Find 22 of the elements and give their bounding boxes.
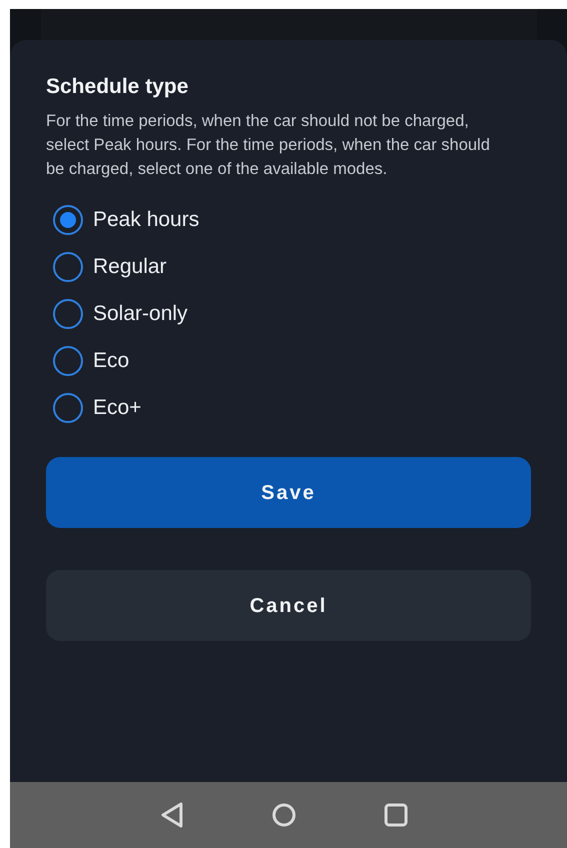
option-label: Eco+ <box>93 395 142 421</box>
radio-option[interactable]: Peak hours <box>53 205 531 235</box>
radio-option[interactable]: Eco <box>53 346 531 376</box>
option-label: Eco <box>93 348 130 374</box>
radio-button[interactable] <box>53 346 83 376</box>
back-icon[interactable] <box>160 802 184 828</box>
option-label: Peak hours <box>93 207 200 233</box>
sheet-title: Schedule type <box>46 74 190 100</box>
radio-option[interactable]: Regular <box>53 252 531 282</box>
recents-icon[interactable] <box>384 803 408 827</box>
radio-option[interactable]: Eco+ <box>53 393 531 423</box>
option-label: Regular <box>93 254 167 280</box>
radio-button[interactable] <box>53 205 83 235</box>
save-button[interactable]: Save <box>46 457 531 528</box>
radio-button[interactable] <box>53 393 83 423</box>
home-icon[interactable] <box>272 803 296 827</box>
radio-button[interactable] <box>53 299 83 329</box>
radio-option[interactable]: Solar-only <box>53 299 531 329</box>
description: For the time periods, when the car should not be charged, select Peak hours. For the time periods, when the car should be charged, select one of the available modes. <box>46 111 491 180</box>
cancel-button[interactable]: Cancel <box>46 570 531 641</box>
radio-button[interactable] <box>53 252 83 282</box>
option-label: Solar-only <box>93 301 188 327</box>
